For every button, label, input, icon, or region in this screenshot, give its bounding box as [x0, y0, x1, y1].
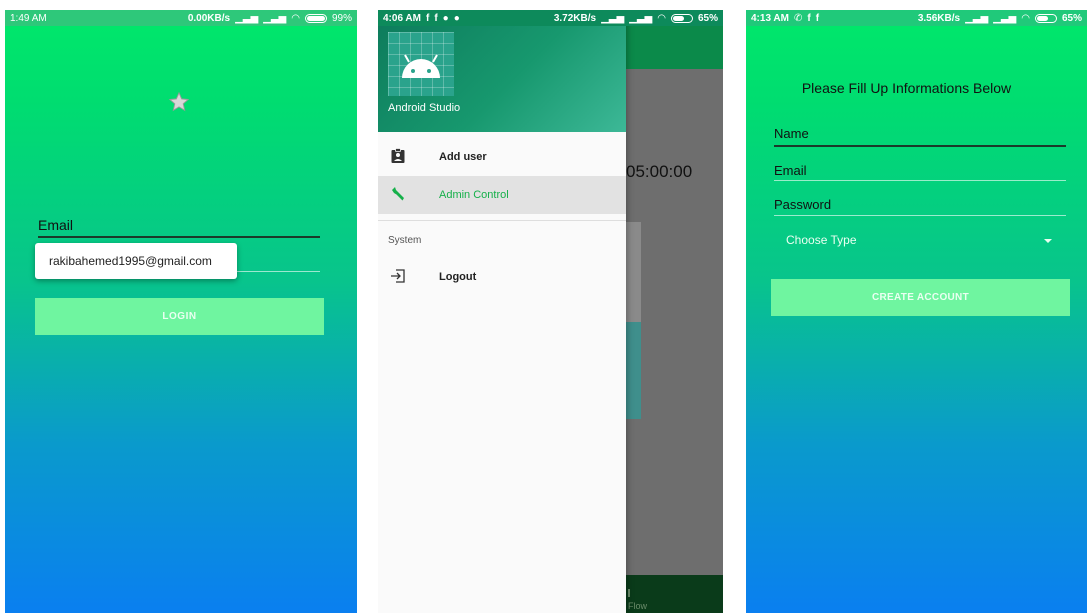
name-field[interactable] — [774, 145, 1066, 147]
chat-icon: ● — [442, 12, 449, 24]
status-bar: 4:06 AM f f ● ● 3.72KB/s ▁▃▅ ▁▃▅ ◠ 65% — [378, 10, 723, 26]
background-app[interactable]: 05:00:00 Flow — [626, 10, 723, 613]
battery-icon — [1034, 13, 1057, 23]
email-field-label: Email — [38, 217, 74, 233]
drawer-header: Android Studio — [378, 10, 626, 132]
status-right: 0.00KB/s ▁▃▅ ▁▃▅ ◠ 99% — [188, 13, 352, 24]
facebook-icon: f — [807, 12, 811, 24]
signup-screen: 4:13 AM ✆ f f 3.56KB/s ▁▃▅ ▁▃▅ ◠ 65% Ple… — [746, 10, 1087, 613]
assignment-ind-icon — [391, 148, 405, 163]
email-field-label: Email — [774, 163, 807, 178]
facebook-icon: f — [815, 12, 820, 24]
menu-item-logout[interactable]: Logout — [378, 258, 626, 296]
status-time: 1:49 AM — [10, 12, 47, 24]
flow-icon — [628, 589, 632, 597]
status-time: 4:06 AM — [383, 12, 421, 24]
android-logo-icon — [388, 32, 454, 96]
call-icon: ✆ — [793, 12, 803, 24]
menu-item-add-user[interactable]: Add user — [378, 138, 626, 176]
wifi-icon: ◠ — [1021, 12, 1030, 24]
status-bar: 4:13 AM ✆ f f 3.56KB/s ▁▃▅ ▁▃▅ ◠ 65% — [746, 10, 1087, 26]
network-speed: 3.56KB/s — [917, 12, 961, 24]
battery-percent: 99% — [331, 12, 352, 24]
wifi-icon: ◠ — [291, 12, 300, 24]
create-account-button[interactable]: CREATE ACCOUNT — [771, 279, 1070, 316]
password-field-label: Password — [774, 197, 832, 212]
menu-item-label: Add user — [439, 151, 487, 163]
email-field[interactable] — [38, 236, 320, 238]
menu-item-label: Admin Control — [439, 189, 509, 201]
network-speed: 3.72KB/s — [553, 12, 597, 24]
section-label-system: System — [388, 235, 422, 246]
menu-item-admin-control[interactable]: Admin Control — [378, 176, 626, 214]
drawer-screen: 4:06 AM f f ● ● 3.72KB/s ▁▃▅ ▁▃▅ ◠ 65% 0… — [378, 10, 723, 613]
menu-divider — [378, 220, 626, 221]
status-left: 4:06 AM f f ● ● — [383, 13, 460, 24]
signal-icon: ▁▃▅ — [235, 12, 259, 24]
type-select[interactable]: Choose Type — [786, 233, 857, 247]
page-title: Please Fill Up Informations Below — [801, 80, 1012, 96]
navigation-drawer: Android Studio Add user Admin Control Sy… — [378, 10, 626, 613]
facebook-icon: f — [425, 12, 430, 24]
password-field[interactable] — [774, 215, 1066, 216]
email-field[interactable] — [774, 180, 1066, 181]
status-bar: 1:49 AM 0.00KB/s ▁▃▅ ▁▃▅ ◠ 99% — [5, 10, 357, 26]
background-bottom-nav: Flow — [626, 575, 723, 613]
signal-icon: ▁▃▅ — [993, 12, 1017, 24]
chevron-down-icon[interactable] — [1044, 239, 1052, 243]
network-speed: 0.00KB/s — [187, 12, 231, 24]
background-card — [626, 322, 641, 419]
login-screen: 1:49 AM 0.00KB/s ▁▃▅ ▁▃▅ ◠ 99% Email rak… — [5, 10, 357, 613]
battery-icon — [304, 13, 327, 23]
wifi-icon: ◠ — [657, 12, 666, 24]
signal-icon: ▁▃▅ — [965, 12, 989, 24]
chat-icon: ● — [453, 12, 460, 24]
logout-icon — [391, 269, 405, 283]
flow-label: Flow — [628, 601, 648, 611]
status-right: 3.72KB/s ▁▃▅ ▁▃▅ ◠ 65% — [554, 13, 718, 24]
battery-percent: 65% — [1061, 12, 1082, 24]
background-timer: 05:00:00 — [626, 162, 693, 181]
facebook-icon: f — [434, 12, 438, 24]
signal-icon: ▁▃▅ — [601, 12, 625, 24]
background-card — [626, 222, 641, 322]
name-field-label: Name — [774, 126, 809, 141]
menu-item-label: Logout — [439, 271, 477, 283]
status-time: 4:13 AM — [751, 12, 789, 24]
status-right: 3.56KB/s ▁▃▅ ▁▃▅ ◠ 65% — [918, 13, 1082, 24]
drawer-title: Android Studio — [388, 102, 461, 114]
status-left: 4:13 AM ✆ f f — [751, 13, 819, 24]
battery-percent: 65% — [697, 12, 718, 24]
signal-icon: ▁▃▅ — [263, 12, 287, 24]
star-icon[interactable] — [168, 91, 190, 113]
signal-icon: ▁▃▅ — [629, 12, 653, 24]
wrench-icon — [392, 187, 404, 201]
autofill-suggestion[interactable]: rakibahemed1995@gmail.com — [35, 243, 237, 279]
login-button[interactable]: LOGIN — [35, 298, 324, 335]
battery-icon — [670, 13, 693, 23]
background-toolbar — [626, 26, 723, 69]
